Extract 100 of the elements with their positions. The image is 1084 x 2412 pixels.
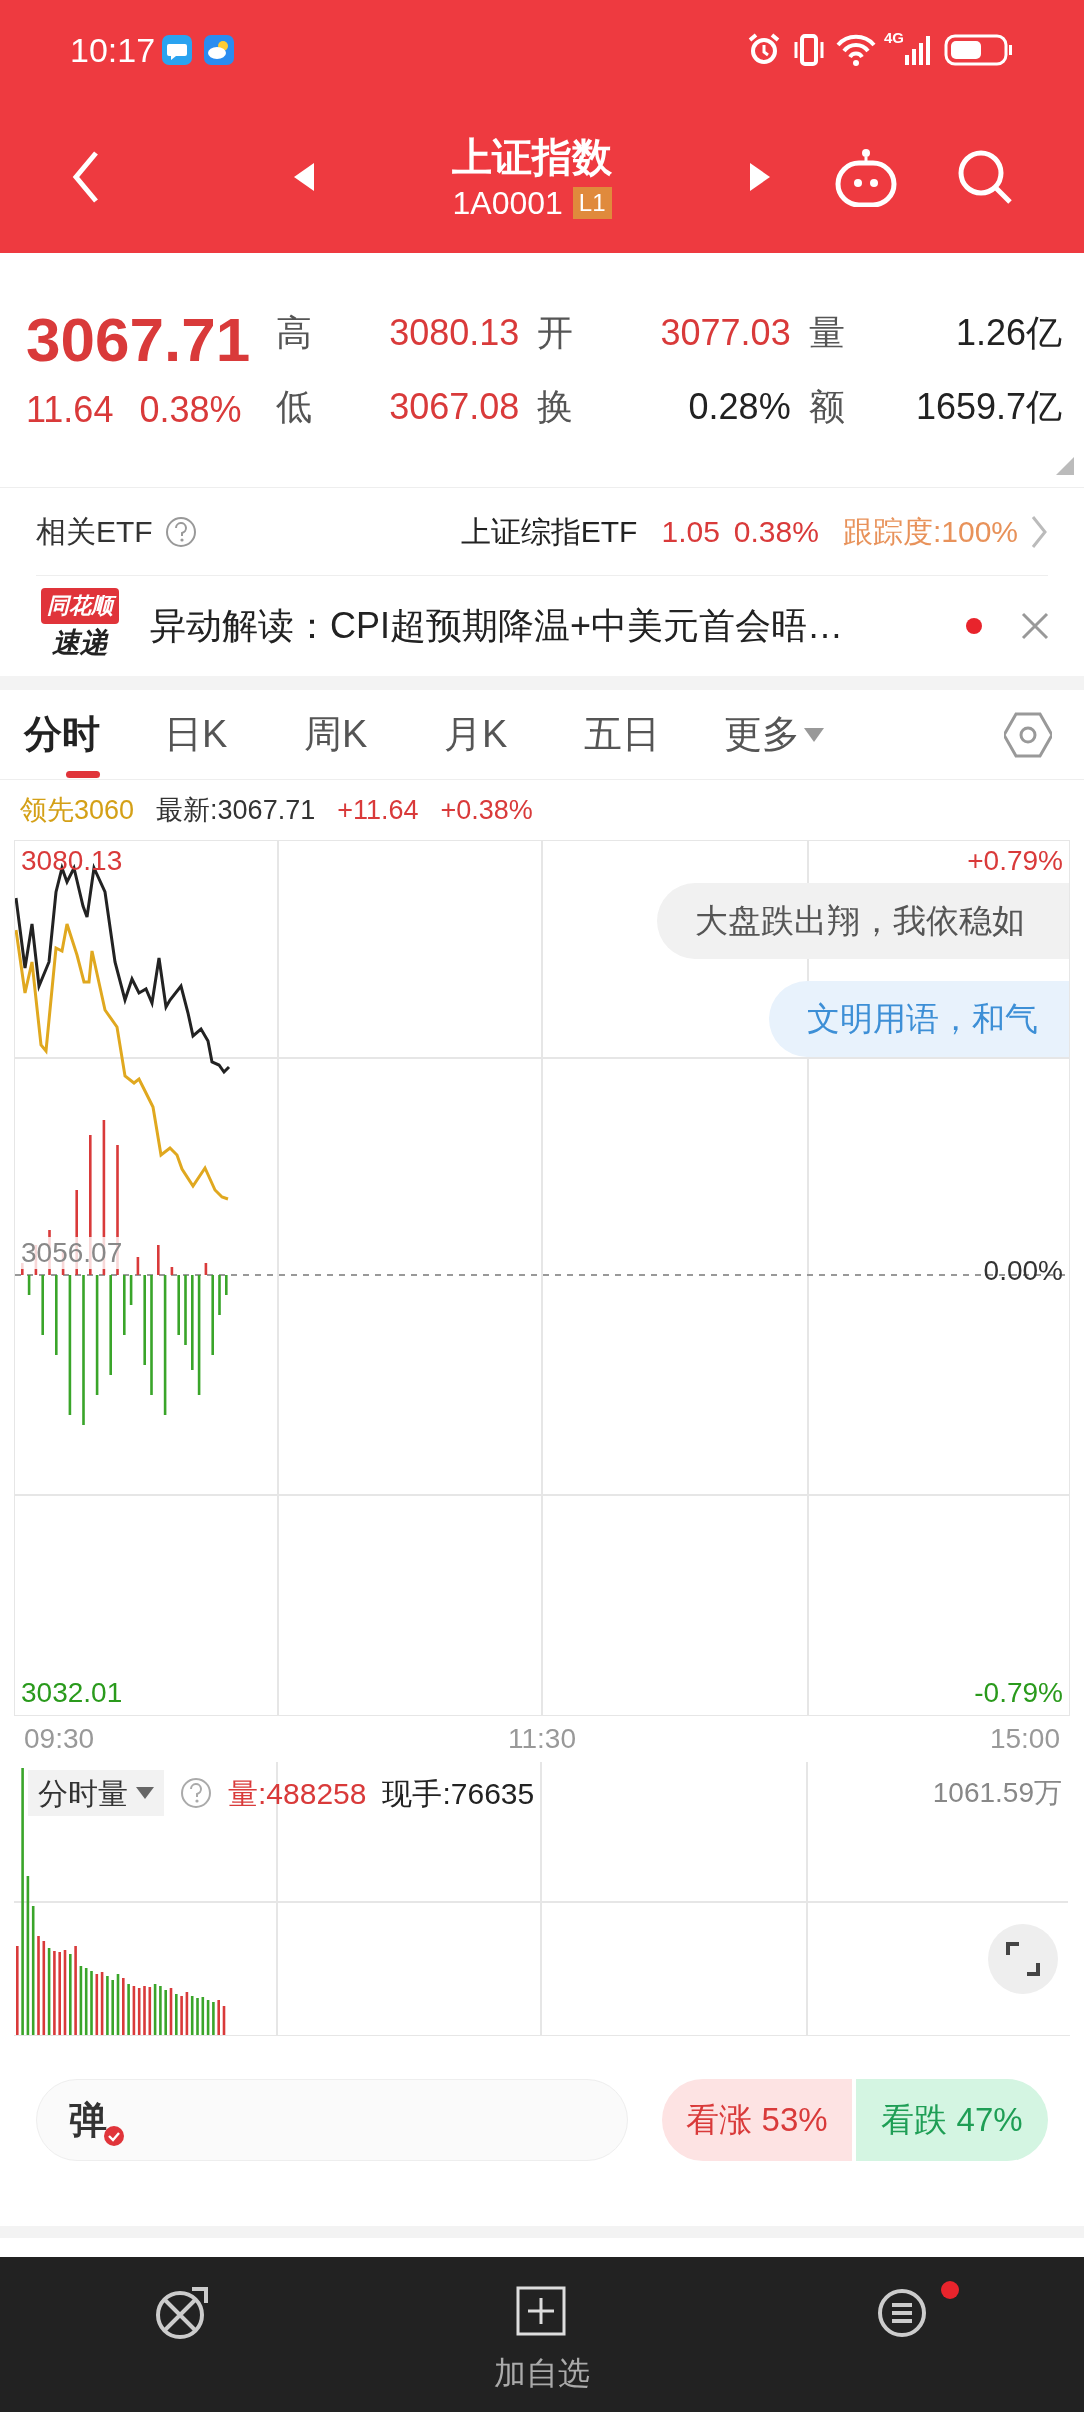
latest-change-percent: +0.38% xyxy=(440,793,533,827)
stat-value: 3080.13 xyxy=(388,311,521,355)
high-percent-label: +0.79% xyxy=(967,845,1063,877)
help-icon[interactable] xyxy=(180,1777,212,1809)
index-title: 上证指数 xyxy=(452,133,612,181)
level-badge: L1 xyxy=(572,186,612,219)
tracking-degree: 跟踪度:100% xyxy=(842,514,1018,550)
danmaku-input[interactable]: 弹 xyxy=(36,2079,628,2161)
indicator-selector[interactable]: 分时量 xyxy=(28,1770,164,1816)
stat-label: 量 xyxy=(808,311,846,355)
etf-change: 0.38% xyxy=(733,514,819,550)
corner-icon xyxy=(1056,457,1074,475)
latest-change: +11.64 xyxy=(337,793,419,827)
volume-bar xyxy=(196,1998,199,2035)
net-flow-bar xyxy=(170,1267,174,1275)
stat-label: 高 xyxy=(276,311,313,355)
volume-bar xyxy=(90,1971,93,2035)
clock-time: 10:17 xyxy=(70,29,156,71)
base-percent-label: 0.00% xyxy=(983,1255,1063,1287)
net-flow-bar xyxy=(129,1275,133,1305)
chart-tab[interactable]: 五日 xyxy=(584,689,724,780)
next-icon[interactable] xyxy=(748,160,772,193)
time-label: 15:00 xyxy=(989,1722,1060,1756)
net-flow-bar xyxy=(177,1275,180,1335)
caret-icon xyxy=(136,1787,154,1799)
chart-tab[interactable]: 月K xyxy=(444,689,584,780)
net-flow-bar xyxy=(136,1257,140,1275)
net-flow-bar xyxy=(184,1275,187,1345)
time-label: 11:30 xyxy=(508,1722,576,1756)
stat-value: 3067.08 xyxy=(388,385,521,429)
volume-bar xyxy=(111,1980,114,2035)
net-flow-bar xyxy=(41,1275,44,1335)
change-percent: 0.38% xyxy=(139,388,242,432)
volume-bar xyxy=(164,1990,167,2035)
danmaku-comment: 大盘跌出翔，我依稳如 xyxy=(657,883,1069,959)
close-icon[interactable] xyxy=(1020,611,1050,641)
etf-name: 上证综指ETF xyxy=(460,514,638,550)
chat-bubble-icon xyxy=(161,34,194,66)
battery-icon xyxy=(944,34,1014,66)
volume-value: 量:488258 xyxy=(228,1775,367,1812)
stat-value: 3077.03 xyxy=(659,311,792,355)
stat-label: 低 xyxy=(276,385,313,429)
leading-index-label: 领先3060 xyxy=(20,793,135,827)
volume-bar xyxy=(217,2000,220,2035)
high-price-label: 3080.13 xyxy=(21,845,123,877)
net-flow-bar xyxy=(123,1275,126,1335)
latest-price: 最新:3067.71 xyxy=(156,793,316,827)
net-flow-bar xyxy=(27,1275,31,1295)
base-price-label: 3056.07 xyxy=(21,1237,123,1269)
danmaku-comment: 文明用语，和气 xyxy=(769,981,1069,1057)
stat-label: 开 xyxy=(537,311,575,355)
net-flow-bar xyxy=(204,1263,208,1275)
net-flow-bar xyxy=(225,1275,228,1295)
bullish-vote-button[interactable]: 看涨 53% xyxy=(662,2079,852,2161)
stat-value: 0.28% xyxy=(687,385,792,429)
chart-tab[interactable]: 周K xyxy=(304,689,444,780)
chart-tab[interactable]: 分时 xyxy=(24,689,164,780)
previous-icon[interactable] xyxy=(292,160,316,193)
add-box-icon xyxy=(515,2285,569,2339)
max-volume-label: 1061.59万 xyxy=(932,1776,1062,1810)
swap-circle-icon xyxy=(153,2285,208,2339)
time-label: 09:30 xyxy=(24,1722,95,1756)
chart-tab[interactable]: 日K xyxy=(164,689,304,780)
signal-icon xyxy=(904,33,932,67)
help-icon[interactable] xyxy=(164,515,197,548)
net-flow-bar xyxy=(157,1245,160,1275)
wifi-icon xyxy=(836,32,876,68)
volume-bar xyxy=(122,1978,125,2035)
stat-value: 1.26亿 xyxy=(954,311,1063,355)
network-type: 4G xyxy=(884,30,904,45)
low-price-label: 3032.01 xyxy=(21,1677,123,1709)
caret-icon xyxy=(804,727,824,742)
stat-label: 换 xyxy=(537,385,575,429)
volume-bar xyxy=(127,1984,130,2035)
volume-bar xyxy=(159,1986,162,2035)
settings-icon[interactable] xyxy=(1004,710,1052,759)
volume-bar xyxy=(175,1994,178,2035)
stat-label: 额 xyxy=(808,385,846,429)
weather-icon xyxy=(203,34,236,66)
volume-bar xyxy=(106,1976,109,2035)
volume-bar xyxy=(222,2006,226,2035)
volume-bar xyxy=(180,1996,183,2035)
price-change: 11.64 xyxy=(26,388,114,432)
volume-bar xyxy=(169,1988,173,2035)
etf-label: 相关ETF xyxy=(36,514,153,550)
low-percent-label: -0.79% xyxy=(974,1677,1063,1709)
chart-tab[interactable]: 更多 xyxy=(724,689,894,780)
index-code: 1A0001 xyxy=(452,183,563,223)
vibrate-icon xyxy=(792,32,826,68)
last-trade-value: 现手:76635 xyxy=(382,1775,535,1812)
news-logo: 同花顺 速递 xyxy=(36,588,124,664)
etf-price: 1.05 xyxy=(661,514,720,550)
net-flow-bar xyxy=(218,1275,221,1315)
last-price: 3067.71 xyxy=(26,304,252,376)
stat-value: 1659.7亿 xyxy=(914,385,1063,429)
volume-bar xyxy=(143,1986,146,2035)
expand-icon xyxy=(1005,1941,1041,1977)
volume-bar xyxy=(116,1974,120,2035)
volume-bar xyxy=(212,2002,215,2035)
news-headline[interactable]: 异动解读：CPI超预期降温+中美元首会晤… xyxy=(150,599,844,653)
